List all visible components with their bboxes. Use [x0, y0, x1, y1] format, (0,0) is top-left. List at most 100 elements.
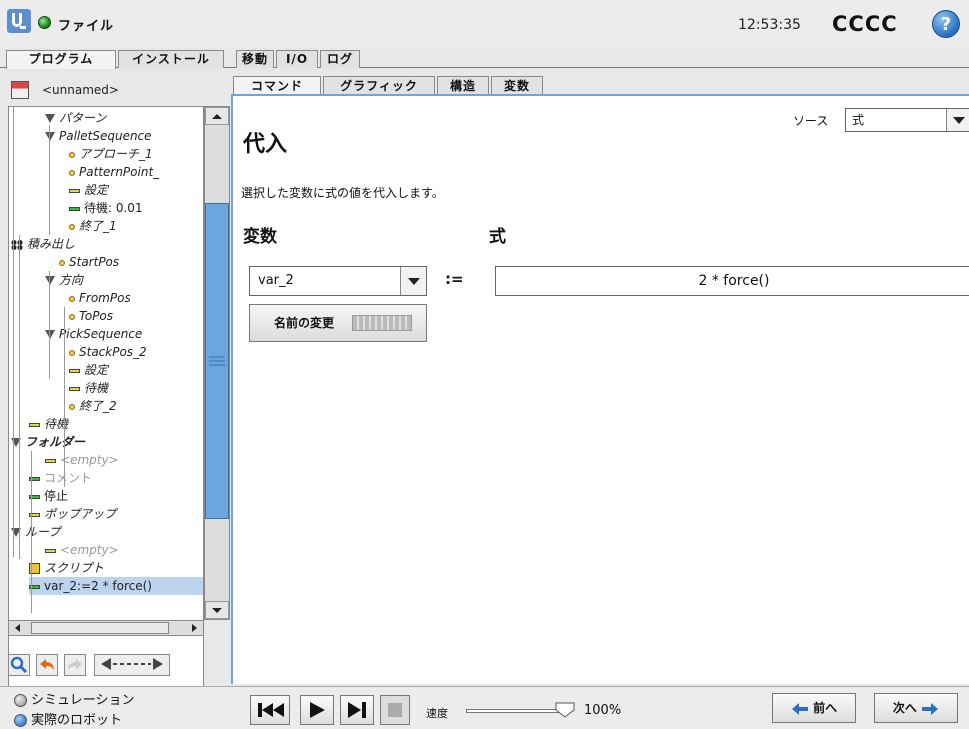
tree-node[interactable]: PatternPoint_: [69, 163, 159, 181]
tree-node[interactable]: 方向: [45, 271, 83, 289]
tree-node[interactable]: 終了_2: [69, 397, 117, 415]
redo-icon: [68, 659, 82, 670]
tree-horizontal-scrollbar[interactable]: [8, 620, 204, 636]
tree-node-label: 停止: [44, 489, 69, 503]
tree-node[interactable]: アプローチ_1: [69, 145, 153, 163]
speed-slider[interactable]: [466, 702, 575, 718]
command-tab-bar: コマンド グラフィック 構造 変数: [231, 76, 969, 96]
play-icon: [310, 702, 325, 718]
scroll-down-button[interactable]: [205, 601, 229, 619]
undo-icon: [40, 659, 54, 670]
simulation-option[interactable]: シミュレーション: [14, 689, 134, 708]
step-button[interactable]: [340, 695, 374, 725]
bar-green-icon: [69, 206, 80, 211]
tree-node-label: 待機: 0.01: [84, 201, 143, 215]
tree-node[interactable]: 待機: 0.01: [69, 199, 143, 217]
tree-node[interactable]: 設定: [69, 361, 108, 379]
grip-icon: [209, 356, 225, 366]
arrow-right-icon[interactable]: [187, 621, 201, 635]
tree-node[interactable]: 待機: [29, 415, 68, 433]
horizontal-scroll-thumb[interactable]: [31, 622, 169, 634]
tab-graphics[interactable]: グラフィック: [323, 76, 435, 96]
skip-to-start-button[interactable]: [250, 695, 290, 725]
next-button[interactable]: 次へ: [874, 693, 958, 723]
chevron-down-icon[interactable]: [400, 267, 426, 295]
assignment-panel: 代入 ソース 式 選択した変数に式の値を代入します。 変数 式 var_2 :=…: [231, 94, 969, 684]
tree-node[interactable]: スクリプト: [29, 559, 104, 577]
tree-node[interactable]: <empty>: [45, 451, 119, 469]
stop-button[interactable]: [380, 695, 410, 725]
redo-button[interactable]: [64, 654, 86, 676]
tree-node[interactable]: PickSequence: [45, 325, 142, 343]
tree-node-label: StartPos: [69, 255, 120, 269]
tab-command[interactable]: コマンド: [233, 76, 321, 96]
tab-move[interactable]: 移動: [236, 50, 274, 68]
simulation-radio-icon[interactable]: [14, 694, 27, 707]
tree-node[interactable]: フォルダー: [11, 433, 85, 451]
arrow-left-icon[interactable]: [11, 621, 25, 635]
variable-dropdown[interactable]: var_2: [249, 266, 427, 296]
tab-io[interactable]: I/O: [276, 50, 318, 68]
search-button[interactable]: [8, 654, 30, 676]
chevron-down-icon[interactable]: [946, 109, 969, 131]
real-robot-radio-icon[interactable]: [14, 714, 27, 727]
tree-node[interactable]: パターン: [45, 109, 106, 127]
skip-back-icon: [258, 703, 284, 717]
tree-vertical-scrollbar[interactable]: [204, 106, 230, 620]
tree-node[interactable]: コメント: [29, 469, 92, 487]
arrow-right-icon: [922, 702, 939, 715]
source-label: ソース: [793, 114, 829, 128]
tree-node-label: ToPos: [79, 309, 114, 323]
source-dropdown[interactable]: 式: [845, 108, 969, 132]
keyboard-icon: [352, 315, 412, 331]
tab-log[interactable]: ログ: [320, 50, 360, 68]
tree-node[interactable]: <empty>: [45, 541, 119, 559]
tab-structure[interactable]: 構造: [437, 76, 489, 96]
scroll-thumb[interactable]: [205, 203, 229, 519]
triangle-icon: [45, 330, 55, 339]
tree-node[interactable]: 停止: [29, 487, 68, 505]
tree-node[interactable]: 積み出し: [11, 235, 75, 253]
tree-node[interactable]: 設定: [69, 181, 108, 199]
slider-thumb-icon[interactable]: [555, 702, 575, 718]
tree-node[interactable]: 終了_1: [69, 217, 117, 235]
tree-node-label: 待機: [84, 381, 109, 395]
tree-toolbar: [8, 652, 230, 686]
file-menu[interactable]: ファイル: [58, 15, 114, 34]
scroll-up-button[interactable]: [205, 107, 229, 125]
program-tree[interactable]: パターン PalletSequence アプローチ_1 PatternPoint_ 設定…: [8, 106, 204, 700]
rename-button[interactable]: 名前の変更: [249, 304, 427, 342]
tree-node[interactable]: ポップアップ: [29, 505, 116, 523]
previous-button[interactable]: 前へ: [772, 693, 856, 723]
tree-node-label: ポップアップ: [44, 507, 117, 521]
tree-node[interactable]: ToPos: [69, 307, 113, 325]
tree-node[interactable]: StartPos: [59, 253, 119, 271]
save-file-icon[interactable]: [11, 81, 29, 99]
robot-name: CCCC: [832, 12, 898, 36]
page-title: 代入: [243, 132, 288, 157]
status-indicator-icon[interactable]: [38, 16, 51, 29]
tab-installation[interactable]: インストール: [118, 50, 224, 68]
move-node-button[interactable]: [94, 654, 170, 676]
play-button[interactable]: [300, 695, 334, 725]
speed-value: 100%: [584, 703, 622, 718]
real-robot-option[interactable]: 実際のロボット: [14, 709, 122, 728]
tab-variables[interactable]: 変数: [491, 76, 543, 96]
tree-connector: [64, 307, 65, 487]
tree-node[interactable]: 待機: [69, 379, 108, 397]
bottom-bar: シミュレーション 実際のロボット 速度 100% 前へ 次へ: [0, 686, 969, 729]
tree-node[interactable]: PalletSequence: [45, 127, 152, 145]
tree-node-label: PatternPoint_: [79, 165, 160, 179]
triangle-icon: [45, 114, 55, 123]
tab-program[interactable]: プログラム: [6, 50, 116, 69]
tree-node[interactable]: FromPos: [69, 289, 131, 307]
tree-node-label: var_2:=2 * force(): [44, 579, 152, 593]
tree-node-label: スクリプト: [44, 561, 105, 575]
undo-button[interactable]: [36, 654, 58, 676]
expression-field[interactable]: 2 * force(): [495, 266, 969, 296]
speed-label: 速度: [426, 707, 448, 720]
tree-node[interactable]: StackPos_2: [69, 343, 147, 361]
tree-node[interactable]: var_2:=2 * force(): [29, 577, 203, 595]
bar-icon: [45, 458, 56, 463]
help-icon[interactable]: ?: [932, 10, 960, 38]
